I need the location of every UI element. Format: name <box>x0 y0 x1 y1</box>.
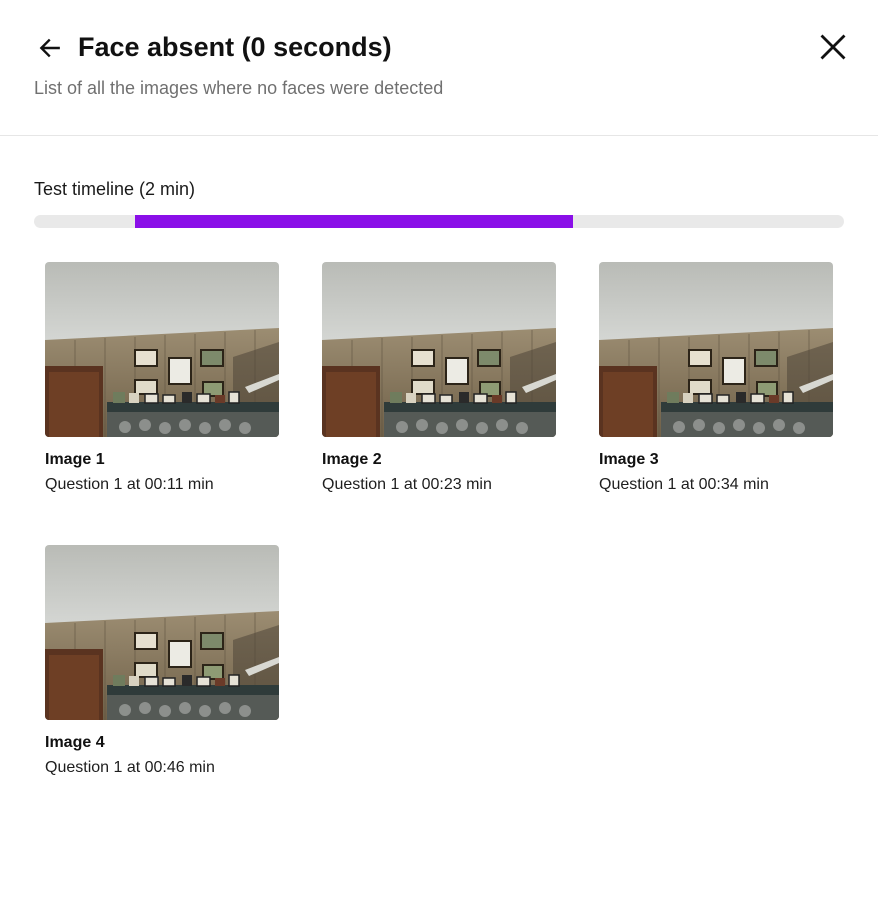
close-button[interactable] <box>814 28 852 66</box>
image-caption: Question 1 at 00:11 min <box>45 476 214 493</box>
image-card[interactable]: Image 2 Question 1 at 00:23 min <box>322 262 556 495</box>
image-title: Image 4 <box>45 734 105 751</box>
timeline-label: Test timeline (2 min) <box>34 179 196 199</box>
image-title: Image 2 <box>322 451 382 468</box>
image-card[interactable]: Image 1 Question 1 at 00:11 min <box>45 262 279 495</box>
image-caption: Question 1 at 00:46 min <box>45 759 215 776</box>
arrow-left-icon <box>39 38 60 58</box>
timeline-track <box>34 215 844 228</box>
image-title: Image 1 <box>45 451 105 468</box>
webcam-thumbnail[interactable] <box>45 262 279 437</box>
webcam-thumbnail[interactable] <box>322 262 556 437</box>
modal-header: Face absent (0 seconds) List of all the … <box>0 0 878 136</box>
close-icon <box>820 34 846 60</box>
image-title: Image 3 <box>599 451 659 468</box>
page-subtitle: List of all the images where no faces we… <box>34 78 444 98</box>
image-caption: Question 1 at 00:34 min <box>599 476 769 493</box>
back-button[interactable] <box>34 32 66 64</box>
face-absent-segment <box>135 215 574 228</box>
webcam-thumbnail[interactable] <box>599 262 833 437</box>
image-card[interactable]: Image 4 Question 1 at 00:46 min <box>45 545 279 778</box>
page-title: Face absent (0 seconds) <box>78 32 392 62</box>
image-card[interactable]: Image 3 Question 1 at 00:34 min <box>599 262 833 495</box>
image-caption: Question 1 at 00:23 min <box>322 476 492 493</box>
webcam-thumbnail[interactable] <box>45 545 279 720</box>
